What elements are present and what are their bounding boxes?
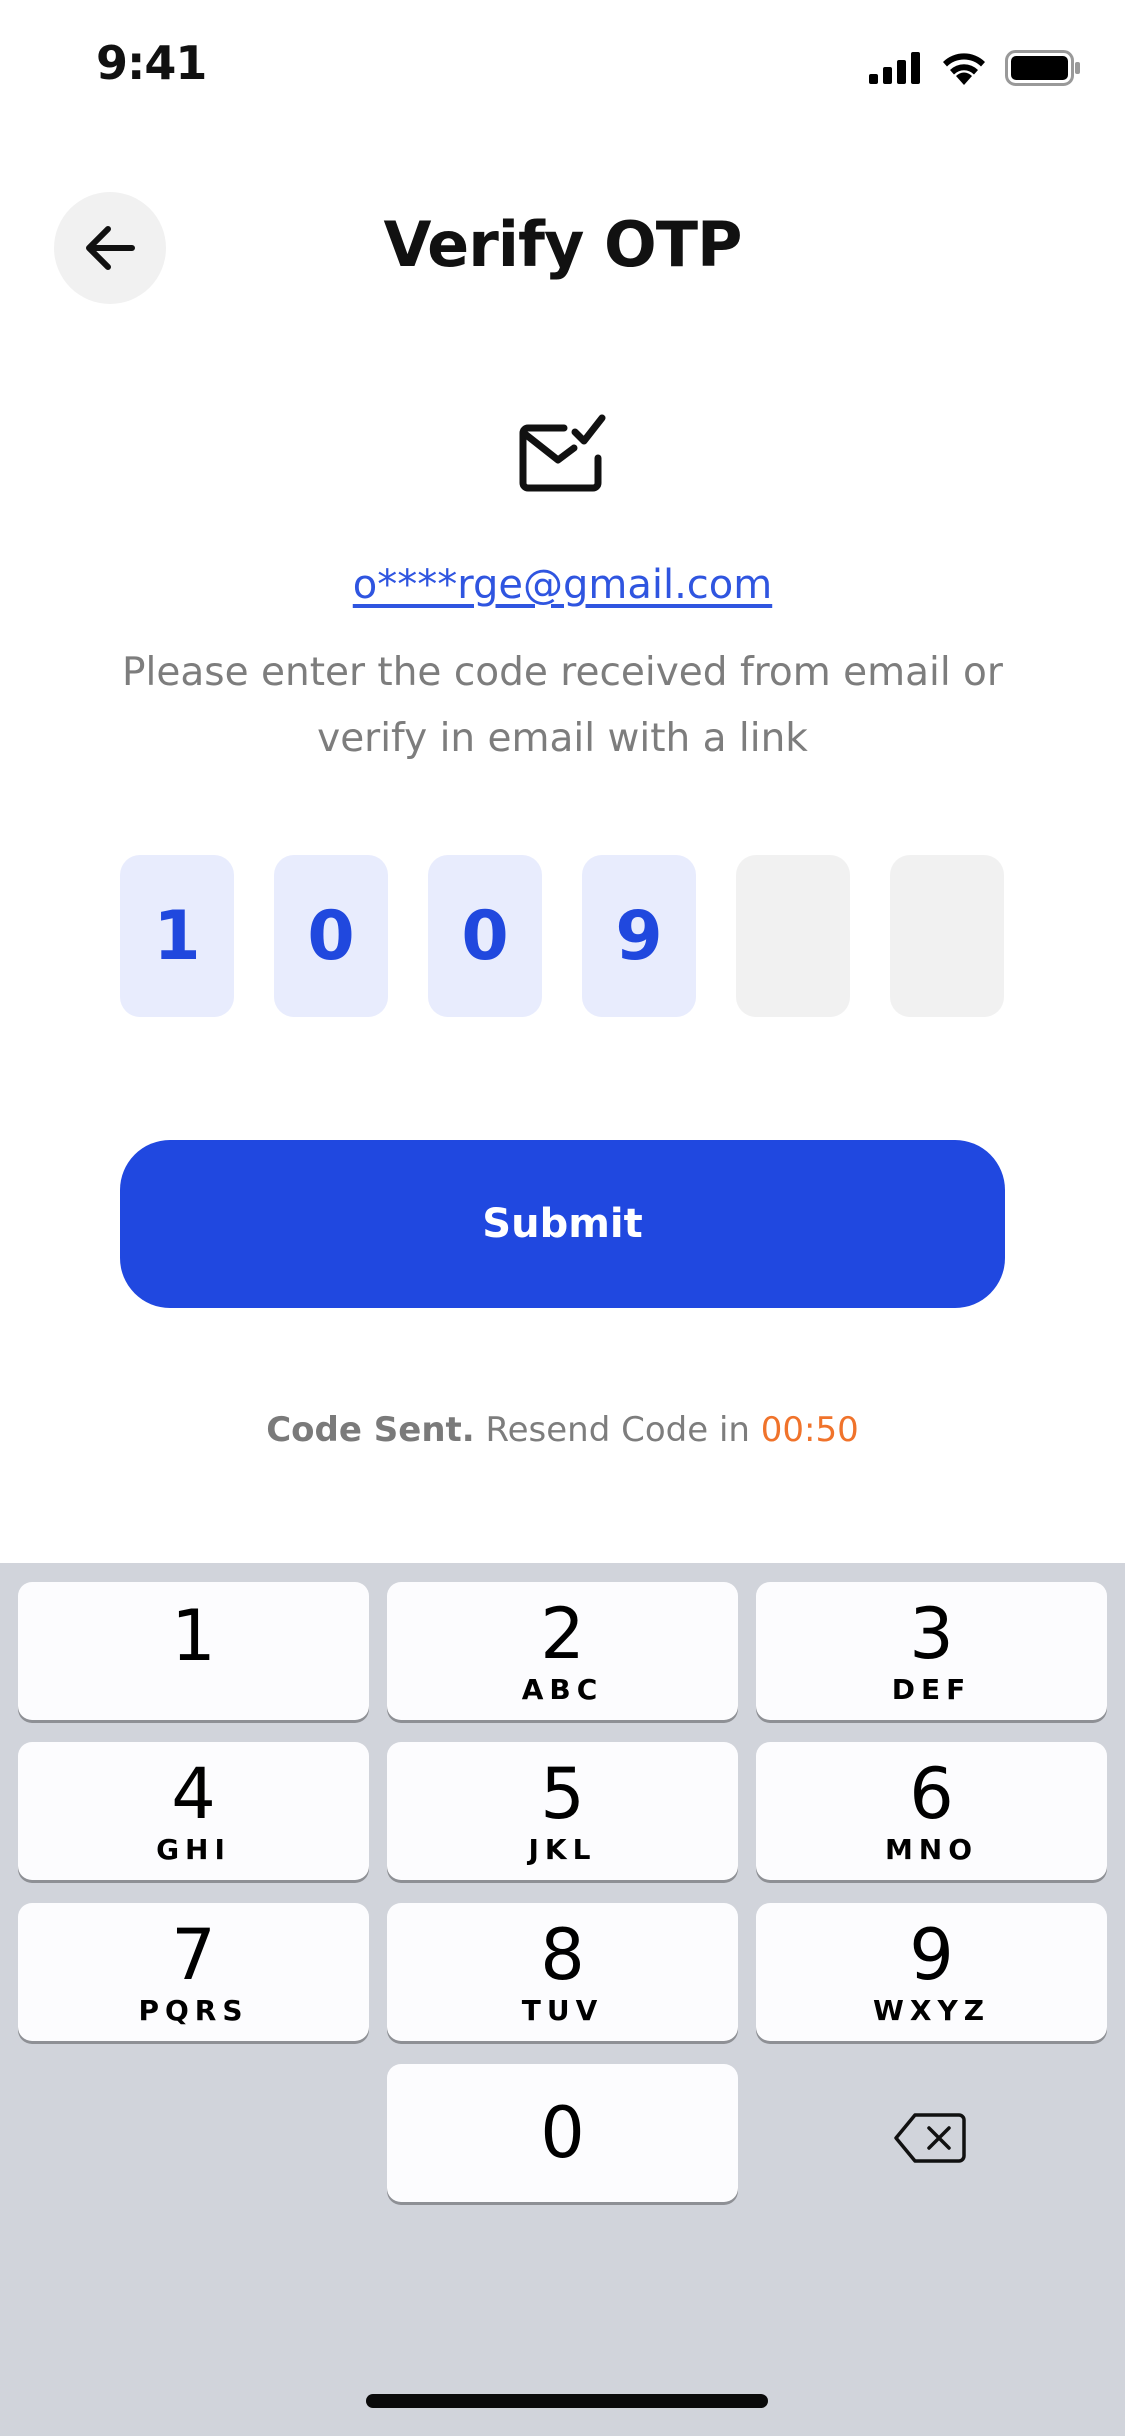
home-indicator[interactable] xyxy=(366,2394,768,2408)
page-title: Verify OTP xyxy=(383,208,743,281)
key-4-number: 4 xyxy=(171,1752,216,1835)
key-4-letters: GHI xyxy=(156,1832,231,1866)
key-5-number: 5 xyxy=(540,1752,585,1835)
key-7-letters: PQRS xyxy=(138,1993,249,2027)
email-link[interactable]: o****rge@gmail.com xyxy=(0,562,1125,608)
battery-icon xyxy=(1005,50,1080,86)
otp-digit-2[interactable]: 0 xyxy=(274,855,388,1017)
otp-digit-3[interactable]: 0 xyxy=(428,855,542,1017)
key-5[interactable]: 5 JKL xyxy=(387,1742,738,1880)
key-1[interactable]: 1 xyxy=(18,1582,369,1720)
resend-timer: 00:50 xyxy=(760,1410,859,1450)
key-0-number: 0 xyxy=(540,2092,585,2174)
key-6-number: 6 xyxy=(909,1752,954,1835)
key-7[interactable]: 7 PQRS xyxy=(18,1903,369,2041)
key-8-number: 8 xyxy=(540,1913,585,1996)
key-9-number: 9 xyxy=(909,1913,954,1996)
backspace-key[interactable] xyxy=(880,2103,980,2173)
key-3-number: 3 xyxy=(909,1592,954,1675)
key-5-letters: JKL xyxy=(528,1832,597,1866)
key-0[interactable]: 0 xyxy=(387,2064,738,2202)
key-9-letters: WXYZ xyxy=(872,1993,991,2027)
backspace-icon xyxy=(894,2113,966,2163)
status-bar: 9:41 xyxy=(0,0,1125,140)
key-6-letters: MNO xyxy=(884,1832,979,1866)
mail-check-icon xyxy=(519,414,606,492)
otp-input-group[interactable]: 1 0 0 9 xyxy=(120,855,1004,1017)
key-3[interactable]: 3 DEF xyxy=(756,1582,1107,1720)
key-7-number: 7 xyxy=(171,1913,216,1996)
instruction-text: Please enter the code received from emai… xyxy=(122,650,1003,761)
key-9[interactable]: 9 WXYZ xyxy=(756,1903,1107,2041)
key-8-letters: TUV xyxy=(521,1993,604,2027)
key-8[interactable]: 8 TUV xyxy=(387,1903,738,2041)
key-4[interactable]: 4 GHI xyxy=(18,1742,369,1880)
otp-digit-1[interactable]: 1 xyxy=(120,855,234,1017)
status-time: 9:41 xyxy=(96,36,207,90)
otp-digit-4[interactable]: 9 xyxy=(582,855,696,1017)
otp-digit-6[interactable] xyxy=(890,855,1004,1017)
otp-digit-5[interactable] xyxy=(736,855,850,1017)
key-2-letters: ABC xyxy=(521,1672,604,1706)
key-2[interactable]: 2 ABC xyxy=(387,1582,738,1720)
key-6[interactable]: 6 MNO xyxy=(756,1742,1107,1880)
code-sent-label: Code Sent. xyxy=(266,1410,475,1450)
status-icons xyxy=(869,50,1081,86)
key-2-number: 2 xyxy=(540,1592,585,1675)
submit-button[interactable]: Submit xyxy=(120,1140,1005,1308)
key-1-number: 1 xyxy=(171,1595,216,1677)
resend-status: Code Sent. Resend Code in 00:50 xyxy=(0,1410,1125,1450)
resend-code-link[interactable]: Resend Code in xyxy=(486,1410,750,1450)
key-3-letters: DEF xyxy=(891,1672,972,1706)
cellular-signal-icon xyxy=(869,52,920,84)
wifi-icon xyxy=(943,53,985,85)
